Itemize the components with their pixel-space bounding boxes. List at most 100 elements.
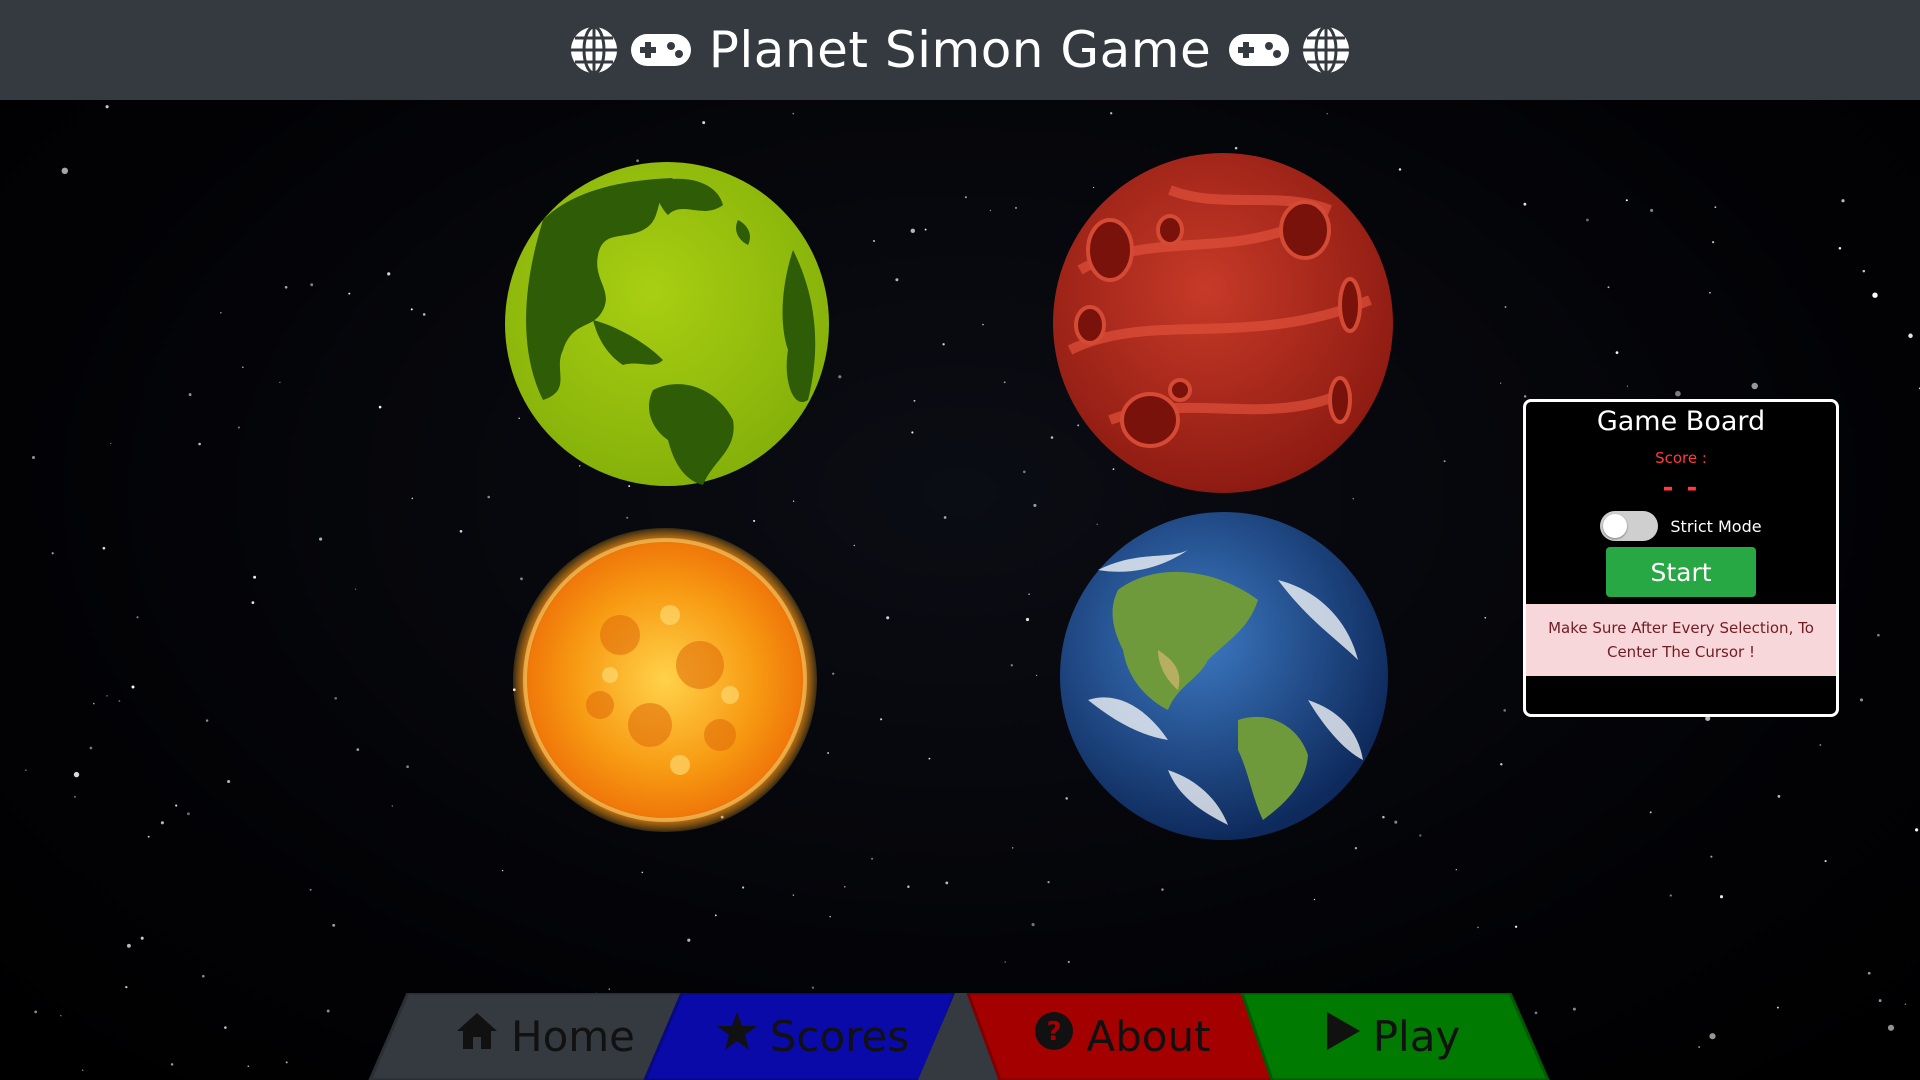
star: [1675, 390, 1681, 397]
star: [1012, 847, 1014, 849]
star: [1523, 395, 1527, 398]
home-icon: [455, 1011, 499, 1061]
score-value: - -: [1662, 473, 1700, 503]
star: [1838, 247, 1842, 250]
earth-button[interactable]: [1058, 510, 1390, 842]
star: [1010, 664, 1013, 667]
star: [227, 779, 231, 784]
red-planet-button[interactable]: [1050, 150, 1396, 496]
start-button[interactable]: Start: [1606, 547, 1756, 597]
gamepad-icon: [629, 30, 693, 70]
star: [753, 519, 756, 522]
star: [160, 821, 164, 825]
star: [319, 537, 323, 541]
star: [1625, 199, 1628, 202]
star: [880, 718, 883, 721]
star: [1859, 698, 1864, 702]
star: [1867, 971, 1871, 975]
nav-about[interactable]: ? About: [1000, 993, 1245, 1080]
star: [811, 986, 815, 989]
green-planet-button[interactable]: [503, 160, 831, 488]
star: [73, 771, 80, 778]
star: [93, 702, 95, 705]
star: [907, 885, 910, 888]
star: [1477, 926, 1479, 929]
star: [186, 812, 190, 816]
star: [201, 974, 205, 978]
star: [354, 588, 357, 590]
star: [1067, 960, 1070, 964]
star: [310, 283, 314, 287]
star: [188, 393, 192, 397]
nav-home[interactable]: Home: [420, 993, 670, 1080]
star: [886, 616, 890, 620]
strict-mode-toggle[interactable]: [1600, 511, 1659, 541]
star: [641, 871, 644, 874]
star: [1326, 112, 1329, 115]
star: [792, 894, 795, 896]
star: [827, 752, 830, 754]
star: [1523, 202, 1527, 206]
star: [895, 278, 899, 282]
star: [911, 431, 914, 434]
star: [1398, 168, 1402, 171]
nav-scores[interactable]: Scores: [690, 993, 935, 1080]
star: [1025, 617, 1030, 622]
star: [348, 292, 351, 295]
star: [334, 696, 338, 700]
star: [1585, 218, 1589, 222]
star: [284, 285, 288, 289]
star: [1003, 381, 1006, 384]
star: [410, 308, 413, 311]
star: [89, 746, 93, 750]
star: [964, 196, 967, 199]
star: [1033, 503, 1037, 507]
star: [742, 886, 745, 889]
star: [1650, 208, 1654, 212]
globe-icon: [1301, 25, 1351, 75]
star: [61, 167, 69, 175]
star: [1710, 855, 1713, 858]
star: [356, 748, 360, 751]
toggle-knob: [1603, 514, 1628, 538]
star: [608, 988, 611, 990]
star: [910, 228, 916, 234]
star: [136, 616, 139, 619]
star: [1354, 847, 1358, 850]
star: [829, 915, 831, 918]
star: [422, 313, 426, 316]
star: [459, 529, 463, 533]
sun-button[interactable]: [510, 525, 820, 835]
star: [31, 455, 36, 460]
star: [1819, 744, 1822, 746]
star: [1626, 385, 1629, 387]
nav-shapes: [368, 993, 1550, 1080]
page-title: Planet Simon Game: [708, 21, 1212, 79]
star: [853, 544, 855, 547]
star: [1455, 869, 1457, 871]
star: [332, 923, 336, 927]
nav-play[interactable]: Play: [1270, 993, 1515, 1080]
star: [1751, 382, 1758, 390]
star: [118, 700, 121, 702]
star: [928, 757, 931, 760]
star: [1777, 795, 1781, 798]
star: [1443, 460, 1446, 463]
star: [792, 500, 795, 502]
star: [1484, 616, 1487, 619]
star: [1419, 834, 1422, 837]
star: [1234, 146, 1238, 150]
star: [1841, 199, 1845, 203]
star: [411, 497, 414, 500]
star: [1824, 860, 1827, 863]
star: [1607, 286, 1610, 289]
star: [1514, 925, 1518, 928]
star: [1915, 828, 1919, 832]
star: [406, 765, 409, 769]
star: [1719, 895, 1724, 899]
star: [989, 209, 992, 212]
star: [1031, 923, 1035, 927]
bottom-nav: Home Scores ? About Play: [0, 993, 1920, 1080]
star: [501, 869, 504, 872]
strict-mode-label: Strict Mode: [1670, 516, 1762, 536]
